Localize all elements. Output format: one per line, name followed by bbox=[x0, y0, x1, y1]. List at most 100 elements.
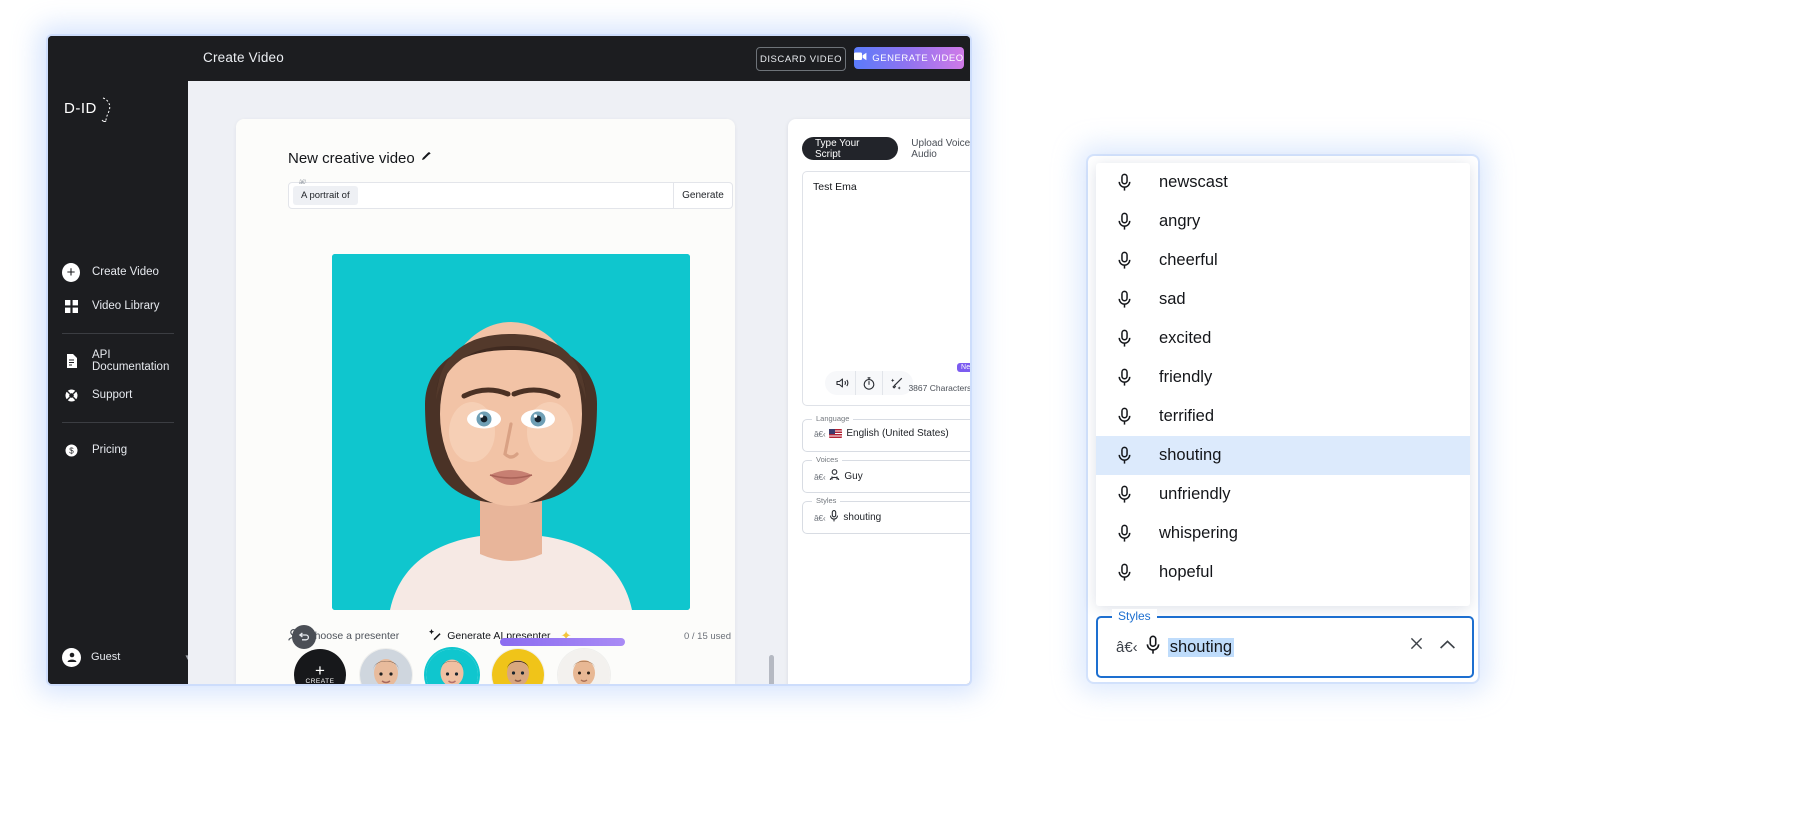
video-editor-card: New creative video â€¹ A portrait of Gen… bbox=[236, 119, 735, 684]
presenter-thumb[interactable] bbox=[360, 649, 412, 684]
close-icon[interactable] bbox=[1409, 636, 1424, 655]
styles-option-cheerful[interactable]: cheerful bbox=[1096, 241, 1470, 280]
create-presenter-label: CREATE bbox=[306, 678, 335, 684]
document-icon bbox=[62, 352, 80, 370]
user-account-row[interactable]: Guest ▾ bbox=[48, 640, 202, 674]
stopwatch-icon[interactable] bbox=[855, 371, 882, 395]
us-flag-icon bbox=[829, 429, 842, 438]
chevron-up-icon[interactable] bbox=[1439, 638, 1456, 656]
styles-option-newscast[interactable]: newscast bbox=[1096, 163, 1470, 202]
prompt-chip-label: A portrait of bbox=[301, 190, 350, 201]
top-bar: Create Video DISCARD VIDEO GENERATE VIDE… bbox=[48, 36, 970, 81]
generate-video-button[interactable]: GENERATE VIDEO bbox=[854, 47, 964, 69]
lifebuoy-icon bbox=[62, 386, 80, 404]
styles-combobox-value: shouting bbox=[1168, 638, 1234, 657]
sidebar-item-pricing[interactable]: $ Pricing bbox=[48, 433, 188, 467]
plus-circle-icon: + bbox=[62, 263, 80, 281]
microphone-icon bbox=[1116, 406, 1133, 428]
styles-option-excited[interactable]: excited bbox=[1096, 319, 1470, 358]
sidebar-item-label: API Documentation bbox=[92, 349, 188, 373]
sidebar-item-video-library[interactable]: Video Library bbox=[48, 289, 188, 323]
styles-option-label: cheerful bbox=[1159, 251, 1218, 270]
language-value: English (United States) bbox=[846, 428, 948, 439]
did-logo[interactable]: D-ID bbox=[62, 93, 116, 127]
pencil-icon[interactable] bbox=[422, 152, 432, 165]
sidebar: D-ID + Create Video Video Library bbox=[48, 81, 188, 684]
new-badge: New bbox=[957, 363, 970, 372]
styles-option-whispering[interactable]: whispering bbox=[1096, 514, 1470, 553]
sidebar-divider-2 bbox=[62, 422, 174, 423]
styles-combobox[interactable]: Styles â€‹ shouting bbox=[1096, 616, 1474, 678]
sidebar-item-support[interactable]: Support bbox=[48, 378, 188, 412]
styles-option-label: excited bbox=[1159, 329, 1211, 348]
styles-label: Styles bbox=[812, 496, 840, 505]
grid-icon bbox=[62, 297, 80, 315]
styles-option-unfriendly[interactable]: unfriendly bbox=[1096, 475, 1470, 514]
create-presenter-button[interactable]: + CREATE bbox=[294, 649, 346, 684]
sidebar-item-label: Support bbox=[92, 389, 132, 401]
screenshot-root: Create Video DISCARD VIDEO GENERATE VIDE… bbox=[0, 0, 1800, 828]
presenter-thumb[interactable] bbox=[492, 649, 544, 684]
microphone-icon bbox=[1116, 289, 1133, 311]
video-camera-icon bbox=[854, 51, 867, 65]
styles-dropdown-list: newscast angry cheerful sad excited bbox=[1096, 163, 1470, 606]
expand-icon[interactable] bbox=[292, 625, 316, 649]
plus-icon: + bbox=[315, 665, 325, 677]
styles-option-friendly[interactable]: friendly bbox=[1096, 358, 1470, 397]
presenter-face-image bbox=[332, 254, 690, 610]
styles-option-terrified[interactable]: terrified bbox=[1096, 397, 1470, 436]
avatar bbox=[62, 648, 81, 667]
presenter-thumb-selected[interactable] bbox=[426, 649, 478, 684]
presenter-thumb[interactable] bbox=[558, 649, 610, 684]
styles-combobox-value-row: â€‹ shouting bbox=[1116, 635, 1234, 660]
prompt-chip[interactable]: â€¹ A portrait of bbox=[293, 186, 358, 205]
voices-select[interactable]: Voices â€‹ Guy ▾ bbox=[802, 460, 970, 493]
styles-option-sad[interactable]: sad bbox=[1096, 280, 1470, 319]
script-tools: New bbox=[825, 371, 913, 395]
svg-text:D-ID: D-ID bbox=[64, 100, 97, 117]
styles-combobox-artifact: â€‹ bbox=[1116, 639, 1138, 656]
app-window: Create Video DISCARD VIDEO GENERATE VIDE… bbox=[48, 36, 970, 684]
presenter-used-count: 0 / 15 used bbox=[684, 631, 731, 642]
tab-type-your-script[interactable]: Type Your Script bbox=[802, 137, 898, 160]
script-textarea[interactable]: Test Ema New 3867 Characters le bbox=[802, 171, 970, 406]
speaker-icon[interactable] bbox=[829, 371, 855, 395]
generate-video-label: GENERATE VIDEO bbox=[872, 53, 963, 64]
sidebar-item-label: Create Video bbox=[92, 266, 159, 278]
microphone-icon bbox=[1116, 445, 1133, 467]
presenter-gallery: + CREATE bbox=[294, 649, 724, 684]
styles-value-row: â€‹ shouting bbox=[814, 510, 967, 525]
sidebar-nav: + Create Video Video Library API Documen… bbox=[48, 255, 188, 467]
microphone-icon bbox=[1116, 250, 1133, 272]
prompt-generate-button[interactable]: Generate bbox=[673, 183, 732, 208]
microphone-icon bbox=[1116, 562, 1133, 584]
tab-upload-voice-audio[interactable]: Upload Voice Audio bbox=[898, 137, 970, 160]
discard-video-button[interactable]: DISCARD VIDEO bbox=[756, 47, 846, 71]
svg-text:$: $ bbox=[69, 446, 74, 455]
styles-option-label: hopeful bbox=[1159, 563, 1213, 582]
styles-option-label: shouting bbox=[1159, 446, 1221, 465]
magic-wand-icon[interactable]: New bbox=[882, 371, 909, 395]
styles-option-hopeful[interactable]: hopeful bbox=[1096, 553, 1470, 592]
microphone-icon bbox=[1116, 523, 1133, 545]
microphone-icon bbox=[1116, 172, 1133, 194]
language-artifact: â€‹ bbox=[814, 429, 825, 439]
styles-option-label: sad bbox=[1159, 290, 1186, 309]
sidebar-item-create-video[interactable]: + Create Video bbox=[48, 255, 188, 289]
styles-option-label: newscast bbox=[1159, 173, 1228, 192]
script-text: Test Ema bbox=[813, 181, 857, 193]
sidebar-item-label: Pricing bbox=[92, 444, 127, 456]
styles-option-shouting[interactable]: shouting bbox=[1096, 436, 1470, 475]
presenter-scrollbar[interactable] bbox=[769, 655, 774, 684]
video-title-row[interactable]: New creative video bbox=[288, 150, 432, 167]
presenter-scrollbar-thumb[interactable] bbox=[769, 655, 774, 684]
choose-presenter-label[interactable]: Choose a presenter bbox=[307, 630, 399, 642]
styles-combobox-label: Styles bbox=[1112, 609, 1157, 623]
prompt-input-bar[interactable]: â€¹ A portrait of Generate bbox=[288, 182, 733, 209]
styles-option-angry[interactable]: angry bbox=[1096, 202, 1470, 241]
sidebar-item-api-documentation[interactable]: API Documentation bbox=[48, 344, 188, 378]
presenter-preview bbox=[332, 254, 690, 610]
styles-select[interactable]: Styles â€‹ shouting ▾ bbox=[802, 501, 970, 534]
language-select[interactable]: Language â€‹ English (United States) ▾ bbox=[802, 419, 970, 452]
voices-value: Guy bbox=[844, 471, 862, 482]
